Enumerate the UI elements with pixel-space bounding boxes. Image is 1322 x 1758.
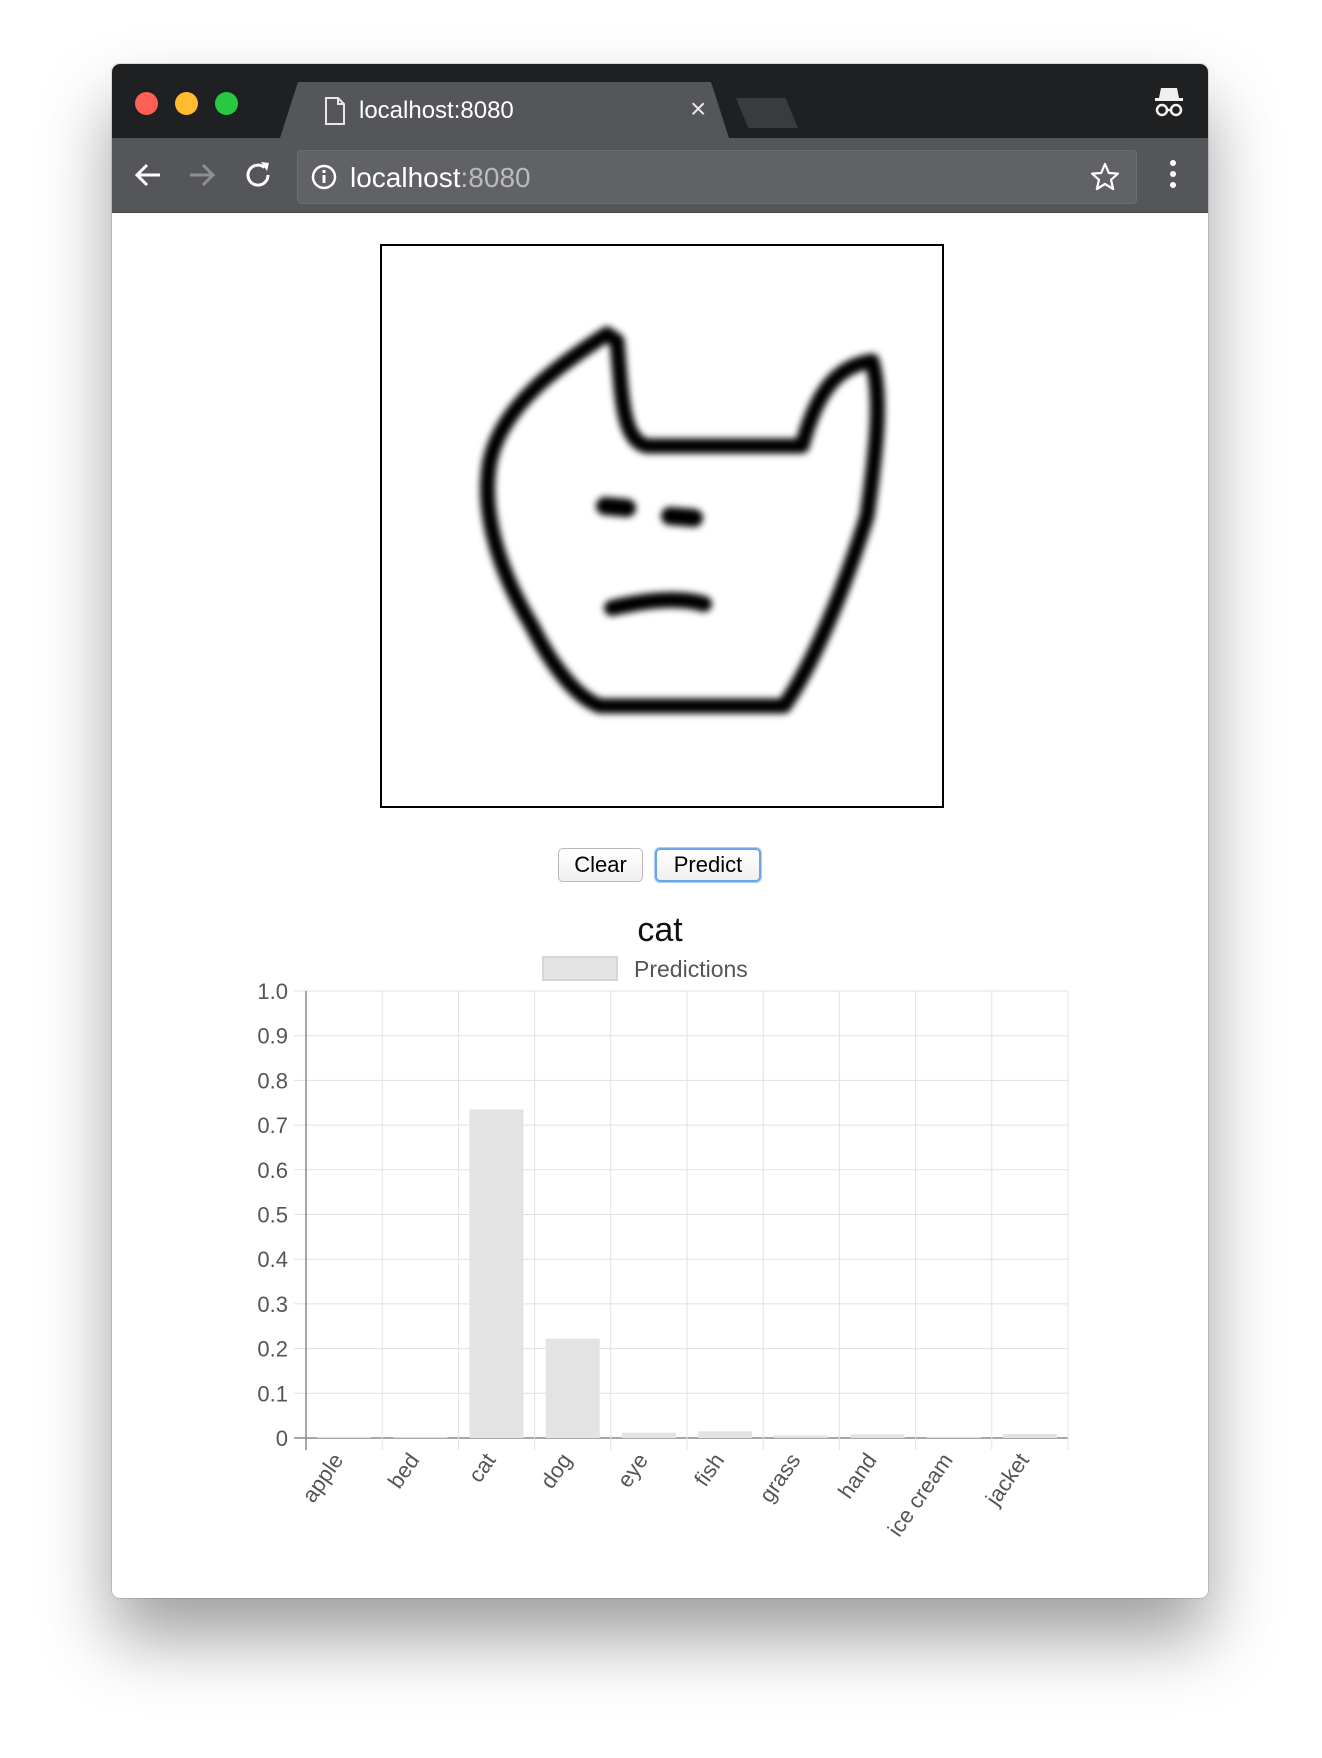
y-tick-label: 0.1 xyxy=(257,1381,288,1406)
y-tick-label: 0.5 xyxy=(257,1203,288,1228)
legend-label: Predictions xyxy=(634,956,748,982)
bar-dog xyxy=(545,1338,600,1438)
y-tick-label: 0.4 xyxy=(257,1247,288,1272)
x-tick-label: dog xyxy=(535,1449,577,1493)
forward-arrow-icon[interactable] xyxy=(186,159,218,191)
bar-bed xyxy=(393,1437,448,1438)
x-tick-label: apple xyxy=(297,1449,348,1507)
url-text: localhost:8080 xyxy=(350,162,531,194)
legend-swatch xyxy=(542,956,618,981)
document-icon xyxy=(324,97,346,125)
tab-close-icon[interactable]: × xyxy=(690,94,706,124)
x-tick-label: eye xyxy=(612,1449,653,1492)
bar-cat xyxy=(469,1109,524,1438)
y-tick-label: 1.0 xyxy=(257,979,288,1004)
window-close-button[interactable] xyxy=(135,92,158,115)
x-tick-label: grass xyxy=(754,1449,805,1507)
y-tick-label: 0 xyxy=(276,1426,288,1451)
browser-toolbar: localhost:8080 xyxy=(112,138,1208,213)
y-tick-label: 0.2 xyxy=(257,1337,288,1362)
browser-tab[interactable]: localhost:8080 × xyxy=(280,82,729,138)
tab-title: localhost:8080 xyxy=(359,97,514,124)
x-tick-label: hand xyxy=(833,1449,882,1503)
y-tick-label: 0.6 xyxy=(257,1158,288,1183)
y-tick-label: 0.9 xyxy=(257,1024,288,1049)
back-arrow-icon[interactable] xyxy=(132,159,164,191)
bar-apple xyxy=(317,1437,372,1438)
bookmark-star-icon[interactable] xyxy=(1090,162,1120,192)
window-minimize-button[interactable] xyxy=(175,92,198,115)
reload-icon[interactable] xyxy=(242,159,274,191)
kebab-menu-icon[interactable] xyxy=(1169,159,1177,189)
incognito-icon xyxy=(1155,88,1183,117)
y-tick-label: 0.3 xyxy=(257,1292,288,1317)
bar-ice-cream xyxy=(926,1437,981,1438)
y-tick-label: 0.7 xyxy=(257,1113,288,1138)
x-tick-label: cat xyxy=(463,1449,500,1487)
tab-bar: localhost:8080 × xyxy=(112,64,1208,138)
y-tick-label: 0.8 xyxy=(257,1068,288,1093)
window-maximize-button[interactable] xyxy=(215,92,238,115)
x-tick-label: jacket xyxy=(980,1449,1034,1511)
x-tick-label: fish xyxy=(689,1449,729,1491)
url-port: :8080 xyxy=(460,162,531,193)
address-bar[interactable]: localhost:8080 xyxy=(297,150,1137,204)
bar-grass xyxy=(774,1435,829,1438)
bar-hand xyxy=(850,1434,905,1438)
page-content: Clear Predict cat Predictions 0 0.1 0.2 0.3 0… xyxy=(112,213,1208,1598)
x-tick-label: ice cream xyxy=(883,1449,958,1541)
url-host: localhost xyxy=(350,162,461,193)
x-tick-label: bed xyxy=(383,1449,425,1493)
bar-eye xyxy=(621,1432,676,1438)
info-icon[interactable] xyxy=(311,164,337,190)
new-tab-button[interactable] xyxy=(736,98,798,128)
browser-window: localhost:8080 × localhost:8080 Clear Pr… xyxy=(112,64,1208,1598)
predictions-bar-chart: Predictions 0 0.1 0.2 0.3 0.4 0.5 0.6 0.7 0.8 0.9 1… xyxy=(257,956,1069,1541)
bar-fish xyxy=(698,1431,753,1438)
bar-jacket xyxy=(1002,1433,1057,1438)
